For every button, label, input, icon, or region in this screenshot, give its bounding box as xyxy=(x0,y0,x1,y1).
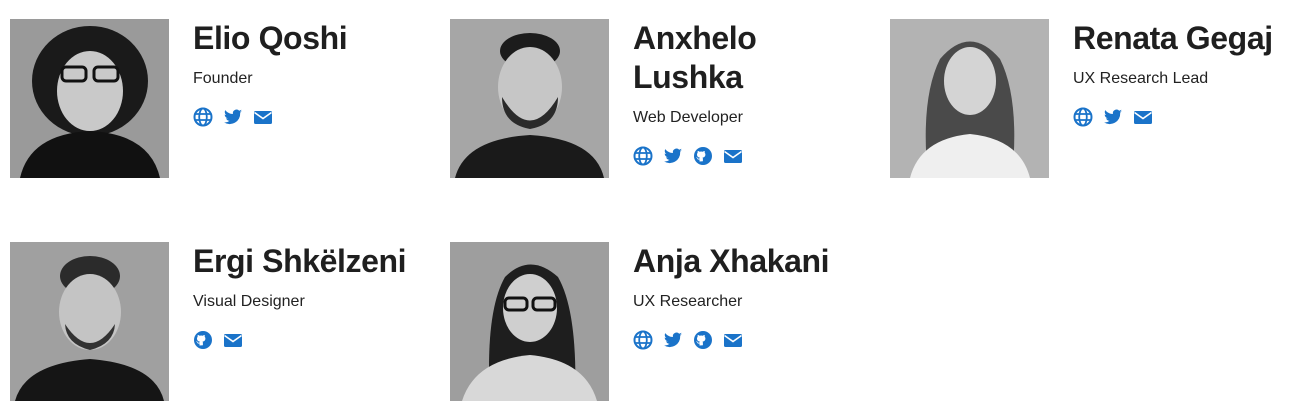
member-name: Elio Qoshi xyxy=(193,20,348,56)
member-info: Renata Gegaj UX Research Lead xyxy=(1073,19,1303,127)
member-name: Anja Xhakani xyxy=(633,243,830,279)
github-icon[interactable] xyxy=(693,330,713,350)
globe-icon[interactable] xyxy=(1073,107,1093,127)
globe-icon[interactable] xyxy=(193,107,213,127)
member-name: Renata Gegaj xyxy=(1073,20,1273,56)
member-info: Anxhelo Lushka Web Developer xyxy=(633,19,873,166)
github-icon[interactable] xyxy=(693,146,713,166)
social-links xyxy=(633,146,873,166)
member-info: Anja Xhakani UX Researcher xyxy=(633,242,873,350)
team-member-card: Elio Qoshi Founder xyxy=(10,19,430,179)
member-photo xyxy=(10,242,169,401)
social-links xyxy=(193,107,433,127)
twitter-icon[interactable] xyxy=(663,146,683,166)
globe-icon[interactable] xyxy=(633,330,653,350)
github-icon[interactable] xyxy=(193,330,213,350)
team-member-card: Renata Gegaj UX Research Lead xyxy=(890,19,1303,179)
member-photo xyxy=(450,19,609,178)
envelope-icon[interactable] xyxy=(723,330,743,350)
globe-icon[interactable] xyxy=(633,146,653,166)
envelope-icon[interactable] xyxy=(253,107,273,127)
team-member-card: Anxhelo Lushka Web Developer xyxy=(450,19,870,179)
team-member-card: Ergi Shkëlzeni Visual Designer xyxy=(10,242,430,402)
member-role: Visual Designer xyxy=(193,293,305,310)
member-name: Ergi Shkëlzeni xyxy=(193,243,407,279)
social-links xyxy=(193,330,433,350)
member-photo xyxy=(10,19,169,178)
member-role: UX Researcher xyxy=(633,293,743,310)
member-role: Web Developer xyxy=(633,109,743,126)
member-role: UX Research Lead xyxy=(1073,70,1209,87)
member-info: Elio Qoshi Founder xyxy=(193,19,433,127)
team-member-card: Anja Xhakani UX Researcher xyxy=(450,242,870,402)
member-role: Founder xyxy=(193,70,253,87)
envelope-icon[interactable] xyxy=(723,146,743,166)
social-links xyxy=(633,330,873,350)
social-links xyxy=(1073,107,1303,127)
member-info: Ergi Shkëlzeni Visual Designer xyxy=(193,242,433,350)
member-photo xyxy=(890,19,1049,178)
member-photo xyxy=(450,242,609,401)
envelope-icon[interactable] xyxy=(223,330,243,350)
envelope-icon[interactable] xyxy=(1133,107,1153,127)
twitter-icon[interactable] xyxy=(223,107,243,127)
twitter-icon[interactable] xyxy=(1103,107,1123,127)
member-name: Anxhelo Lushka xyxy=(633,20,757,95)
twitter-icon[interactable] xyxy=(663,330,683,350)
